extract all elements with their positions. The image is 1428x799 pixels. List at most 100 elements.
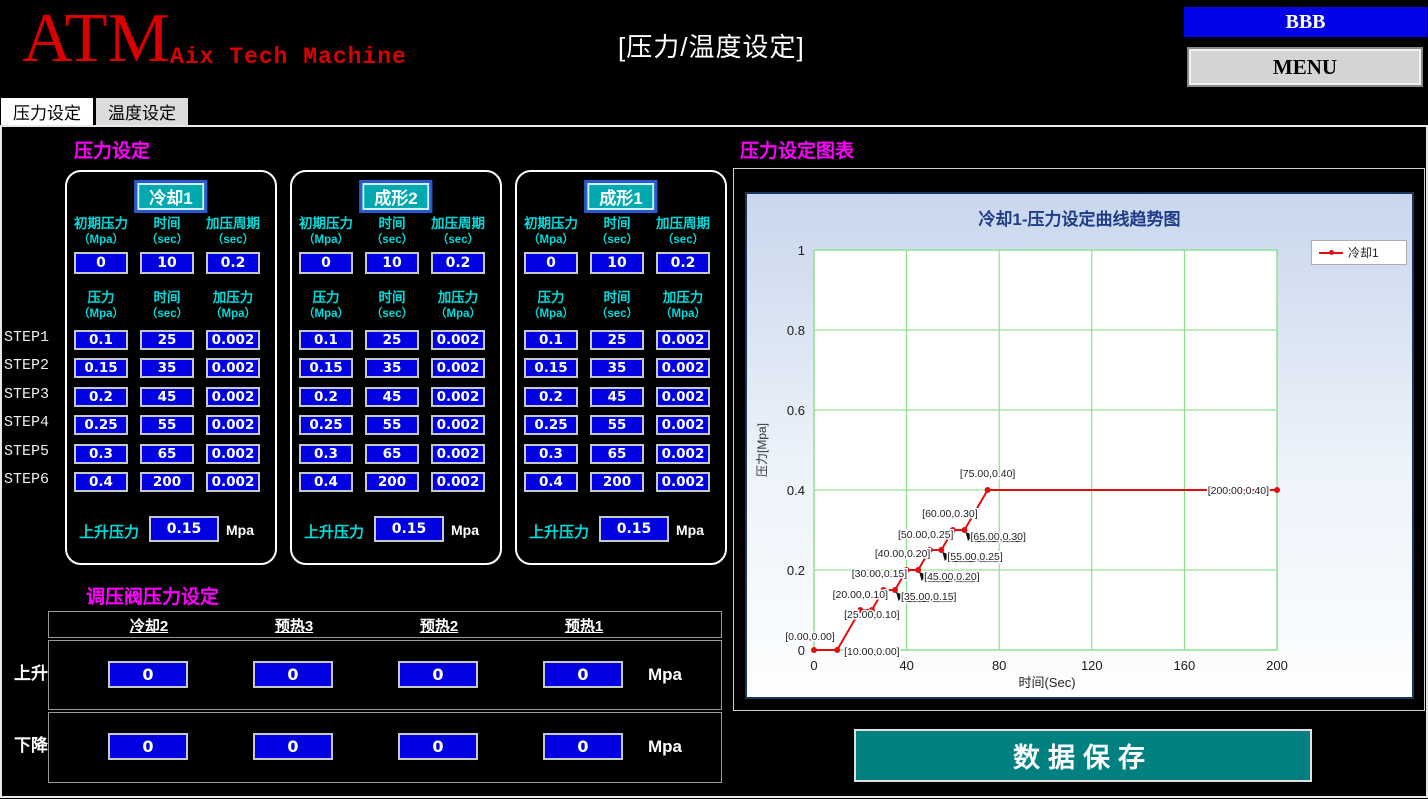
step-value-input[interactable]: 0.002 (656, 472, 710, 492)
step-value-input[interactable]: 0.002 (431, 387, 485, 407)
step-value-input[interactable]: 0.002 (431, 358, 485, 378)
step-value-input[interactable]: 0.002 (656, 387, 710, 407)
step-value-input[interactable]: 0.3 (524, 444, 578, 464)
step-value-input[interactable]: 0.002 (206, 415, 260, 435)
init-value-input[interactable]: 0 (524, 252, 578, 274)
column-header-title: 初期压力 (66, 216, 136, 232)
step-value-input[interactable]: 65 (365, 444, 419, 464)
step-value-input[interactable]: 0.4 (74, 472, 128, 492)
step-value-input[interactable]: 0.25 (299, 415, 353, 435)
step-value-input[interactable]: 45 (140, 387, 194, 407)
init-value-input[interactable]: 0 (299, 252, 353, 274)
step-value-input[interactable]: 55 (140, 415, 194, 435)
step-value-input[interactable]: 0.3 (74, 444, 128, 464)
step-value-input[interactable]: 55 (365, 415, 419, 435)
step-value-input[interactable]: 0.4 (524, 472, 578, 492)
rise-pressure-input[interactable]: 0.15 (599, 516, 669, 542)
step-value-input[interactable]: 0.2 (74, 387, 128, 407)
menu-button[interactable]: MENU (1187, 47, 1423, 87)
step-value-input[interactable]: 35 (590, 358, 644, 378)
init-value-input[interactable]: 0.2 (656, 252, 710, 274)
column-header-title: 初期压力 (291, 216, 361, 232)
step-value-input[interactable]: 0.1 (524, 330, 578, 350)
step-value-input[interactable]: 0.1 (299, 330, 353, 350)
column-header-title: 时间 (132, 216, 202, 232)
step-value-input[interactable]: 0.002 (431, 444, 485, 464)
step-value-input[interactable]: 25 (140, 330, 194, 350)
column-header: 加压力（Mpa） (198, 290, 268, 322)
step-value-input[interactable]: 0.002 (431, 415, 485, 435)
init-value-input[interactable]: 10 (590, 252, 644, 274)
step-value-input[interactable]: 25 (365, 330, 419, 350)
init-value-input[interactable]: 0.2 (206, 252, 260, 274)
init-value-input[interactable]: 10 (365, 252, 419, 274)
step-value-input[interactable]: 0.15 (524, 358, 578, 378)
valve-value-input[interactable]: 0 (253, 733, 333, 760)
unit-label: Mpa (648, 665, 708, 685)
svg-text:1: 1 (798, 243, 805, 258)
step-value-input[interactable]: 0.002 (656, 444, 710, 464)
init-value-input[interactable]: 10 (140, 252, 194, 274)
step-value-input[interactable]: 0.002 (431, 472, 485, 492)
step-value-input[interactable]: 0.3 (299, 444, 353, 464)
app-logo: ATM (22, 0, 170, 78)
column-header-title: 时间 (132, 290, 202, 306)
step-value-input[interactable]: 0.002 (206, 358, 260, 378)
step-value-input[interactable]: 0.15 (299, 358, 353, 378)
step-value-input[interactable]: 0.002 (206, 330, 260, 350)
step-value-input[interactable]: 65 (590, 444, 644, 464)
valve-value-input[interactable]: 0 (543, 733, 623, 760)
step-value-input[interactable]: 65 (140, 444, 194, 464)
step-value-input[interactable]: 0.2 (524, 387, 578, 407)
step-value-input[interactable]: 0.002 (206, 472, 260, 492)
valve-value-input[interactable]: 0 (543, 661, 623, 688)
column-header-unit: （sec） (357, 232, 427, 248)
tab-bar: 压力设定温度设定 (1, 98, 188, 125)
step-value-input[interactable]: 200 (140, 472, 194, 492)
step-value-input[interactable]: 0.002 (206, 444, 260, 464)
step-value-input[interactable]: 45 (590, 387, 644, 407)
valve-value-input[interactable]: 0 (398, 661, 478, 688)
column-header: 初期压力（Mpa） (291, 216, 361, 248)
panel-title-button[interactable]: 冷却1 (134, 180, 207, 213)
step-value-input[interactable]: 0.002 (206, 387, 260, 407)
svg-text:0.2: 0.2 (787, 563, 805, 578)
step-value-input[interactable]: 0.15 (74, 358, 128, 378)
panel-title-button[interactable]: 成形2 (359, 180, 432, 213)
init-value-input[interactable]: 0.2 (431, 252, 485, 274)
step-value-input[interactable]: 55 (590, 415, 644, 435)
column-header-title: 加压周期 (423, 216, 493, 232)
rise-pressure-input[interactable]: 0.15 (149, 516, 219, 542)
step-value-input[interactable]: 45 (365, 387, 419, 407)
step-value-input[interactable]: 35 (365, 358, 419, 378)
step-value-input[interactable]: 25 (590, 330, 644, 350)
valve-section-title: 调压阀压力设定 (86, 582, 219, 609)
step-value-input[interactable]: 0.002 (656, 330, 710, 350)
step-value-input[interactable]: 0.002 (656, 415, 710, 435)
unit-label: Mpa (451, 522, 479, 538)
valve-value-input[interactable]: 0 (398, 733, 478, 760)
step-value-input[interactable]: 0.2 (299, 387, 353, 407)
column-header-title: 时间 (582, 290, 652, 306)
tab-temperature[interactable]: 温度设定 (96, 98, 188, 125)
step-value-input[interactable]: 0.1 (74, 330, 128, 350)
step-value-input[interactable]: 0.002 (431, 330, 485, 350)
save-data-button[interactable]: 数据保存 (854, 729, 1312, 782)
step-value-input[interactable]: 0.002 (656, 358, 710, 378)
step-value-input[interactable]: 0.25 (524, 415, 578, 435)
bbb-button[interactable]: BBB (1184, 7, 1427, 37)
svg-text:0: 0 (810, 658, 817, 673)
valve-value-input[interactable]: 0 (108, 733, 188, 760)
valve-value-input[interactable]: 0 (108, 661, 188, 688)
step-value-input[interactable]: 0.4 (299, 472, 353, 492)
rise-pressure-input[interactable]: 0.15 (374, 516, 444, 542)
step-value-input[interactable]: 200 (590, 472, 644, 492)
step-value-input[interactable]: 35 (140, 358, 194, 378)
init-value-input[interactable]: 0 (74, 252, 128, 274)
step-value-input[interactable]: 0.25 (74, 415, 128, 435)
step-value-input[interactable]: 200 (365, 472, 419, 492)
pressure-panel-1: 冷却1初期压力（Mpa）0时间（sec）10加压周期（sec）0.2压力（Mpa… (65, 170, 277, 565)
tab-pressure[interactable]: 压力设定 (1, 98, 93, 125)
valve-value-input[interactable]: 0 (253, 661, 333, 688)
panel-title-button[interactable]: 成形1 (584, 180, 657, 213)
